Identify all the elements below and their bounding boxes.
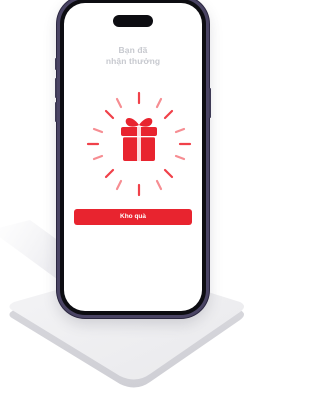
- phone-volume-down-button: [55, 102, 57, 122]
- phone-side-button: [55, 58, 57, 70]
- reward-title-line1: Bạn đã: [118, 45, 148, 55]
- ray-top-left: [104, 109, 115, 120]
- ray-minor-7: [92, 154, 104, 161]
- reward-title: Bạn đã nhận thưởng: [64, 45, 202, 67]
- ray-minor-2: [155, 97, 163, 109]
- phone-mockup: Bạn đã nhận thưởng Kho quà: [55, 0, 211, 318]
- ray-minor-4: [155, 179, 163, 191]
- ray-top-right: [163, 109, 174, 120]
- ray-minor-8: [174, 154, 186, 161]
- reward-title-line2: nhận thưởng: [105, 56, 161, 66]
- phone-bezel: Bạn đã nhận thưởng Kho quà: [60, 0, 206, 315]
- ray-minor-3: [115, 179, 123, 191]
- gift-icon: [86, 91, 192, 197]
- ray-bottom-left: [104, 168, 115, 179]
- gift-store-button[interactable]: Kho quà: [74, 209, 192, 225]
- phone-power-button: [209, 88, 211, 118]
- dynamic-island: [113, 15, 153, 27]
- ray-minor-6: [174, 127, 186, 134]
- reward-promo-illustration: Bạn đã nhận thưởng Kho quà: [0, 0, 251, 403]
- ray-minor-1: [115, 97, 123, 109]
- ray-bottom-right: [163, 168, 174, 179]
- phone-screen: Bạn đã nhận thưởng Kho quà: [64, 3, 202, 311]
- gift-box: [121, 118, 157, 161]
- ray-minor-5: [92, 127, 104, 134]
- phone-volume-up-button: [55, 78, 57, 98]
